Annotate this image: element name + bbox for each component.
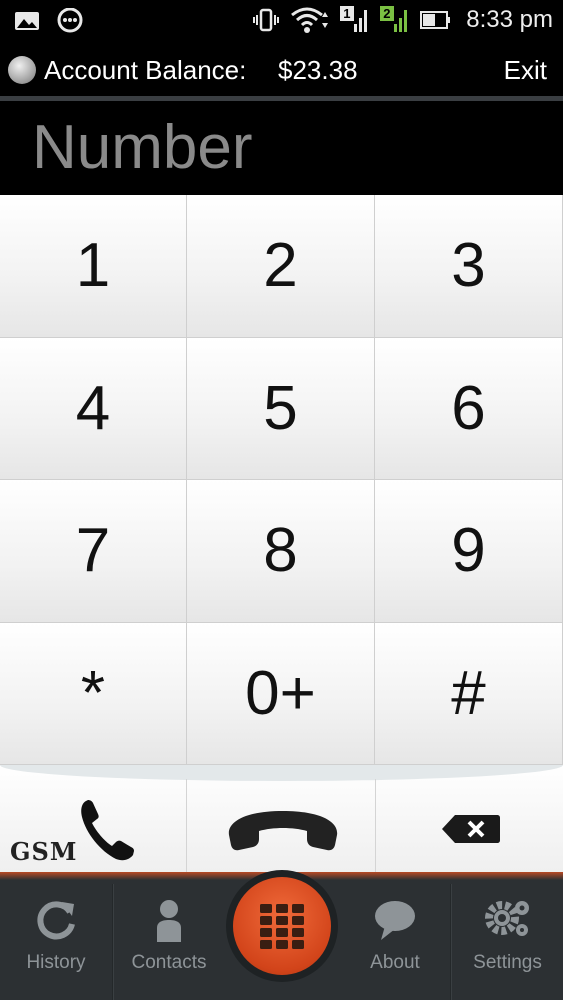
key-6[interactable]: 6 (375, 337, 563, 480)
key-label: 0+ (245, 658, 316, 728)
key-7[interactable]: 7 (0, 480, 187, 623)
number-display (0, 101, 563, 195)
backspace-button[interactable] (377, 779, 563, 883)
key-3[interactable]: 3 (375, 195, 563, 338)
key-9[interactable]: 9 (375, 480, 563, 623)
exit-button[interactable]: Exit (504, 55, 547, 86)
gallery-icon (15, 12, 39, 30)
backspace-icon (442, 815, 500, 843)
key-label: 2 (263, 231, 298, 301)
nav-label: Settings (473, 952, 542, 973)
dialpad-grid-icon (260, 904, 304, 949)
key-label: 8 (263, 516, 298, 586)
key-2[interactable]: 2 (187, 195, 375, 338)
key-label: 3 (451, 231, 486, 301)
key-label: 7 (75, 516, 111, 586)
account-bar: Account Balance: $23.38 Exit (0, 42, 563, 98)
nav-contacts[interactable]: Contacts (114, 884, 224, 1000)
key-1[interactable]: 1 (0, 195, 187, 338)
key-4[interactable]: 4 (0, 337, 187, 480)
dialpad-button[interactable] (226, 870, 338, 982)
action-row: GSM (0, 765, 563, 885)
keypad: 1 2 3 4 5 6 7 8 9 * 0+ # (0, 195, 563, 765)
key-star[interactable]: * (0, 622, 187, 765)
key-0-plus[interactable]: 0+ (187, 622, 375, 765)
account-balance-label: Account Balance: (44, 55, 247, 85)
chat-bubble-icon (375, 901, 415, 940)
gears-icon (484, 901, 529, 936)
wifi-icon (291, 7, 329, 33)
clock: 8:33 pm (466, 6, 553, 33)
key-label: # (451, 658, 486, 728)
status-bar: 1 2 8:33 pm (0, 0, 563, 42)
signal-sim2-icon: 2 (380, 6, 410, 34)
dialpad-button-face (233, 877, 331, 975)
nav-settings[interactable]: Settings (452, 884, 563, 1000)
nav-about[interactable]: About (340, 884, 450, 1000)
account-balance-value: $23.38 (278, 55, 358, 85)
key-label: 4 (75, 373, 111, 443)
signal-sim1-icon: 1 (340, 6, 370, 34)
key-label: 9 (451, 516, 486, 586)
gsm-label: GSM (10, 837, 78, 866)
key-label: 6 (451, 373, 486, 443)
key-hash[interactable]: # (375, 622, 563, 765)
key-label: 1 (75, 231, 111, 301)
refresh-icon (37, 901, 75, 940)
key-5[interactable]: 5 (187, 337, 375, 480)
nav-label: Contacts (131, 952, 207, 973)
key-label: * (80, 658, 106, 728)
nav-label: About (370, 952, 420, 973)
key-label: 5 (263, 373, 298, 443)
call-button[interactable] (186, 779, 376, 883)
number-input[interactable] (32, 111, 532, 183)
nav-history[interactable]: History (0, 884, 112, 1000)
key-8[interactable]: 8 (187, 480, 375, 623)
status-indicator-icon (8, 56, 36, 84)
gsm-call-button[interactable]: GSM (0, 779, 185, 883)
vibrate-icon (253, 8, 280, 32)
chat-bubble-icon (57, 8, 83, 33)
person-icon (157, 900, 181, 942)
call-handset-icon (228, 811, 338, 851)
battery-icon (420, 11, 451, 29)
gsm-phone-icon (81, 800, 134, 861)
nav-label: History (26, 952, 86, 973)
